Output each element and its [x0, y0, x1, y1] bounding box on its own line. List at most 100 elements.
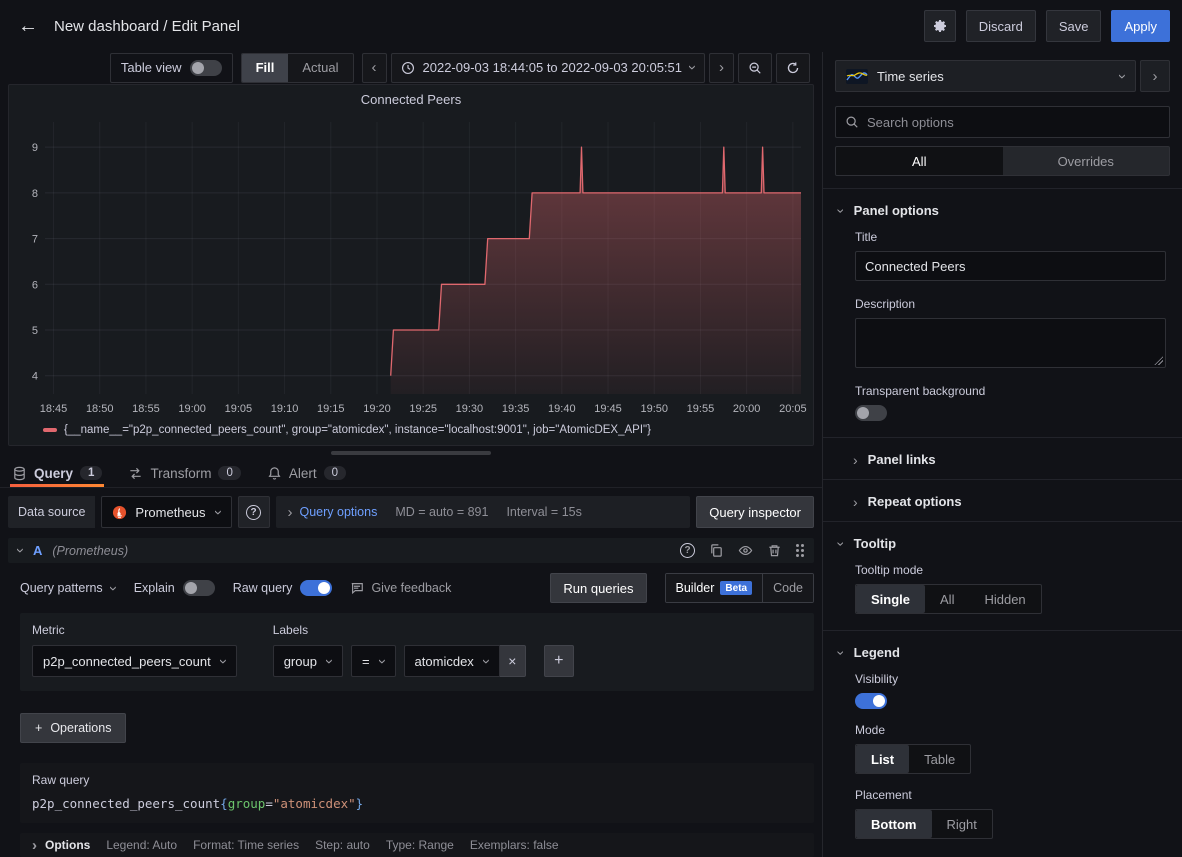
labels-label: Labels — [273, 623, 574, 637]
table-view-label: Table view — [121, 60, 182, 75]
tab-alert[interactable]: Alert 0 — [265, 459, 348, 487]
trash-icon[interactable] — [767, 543, 782, 558]
svg-text:19:20: 19:20 — [363, 403, 391, 415]
collapse-query-icon[interactable]: › — [13, 548, 28, 553]
eye-icon[interactable] — [738, 543, 753, 558]
pane-resize-handle[interactable] — [331, 451, 491, 455]
query-options-bar: › Query options MD = auto = 891 Interval… — [276, 496, 691, 528]
scope-overrides-option[interactable]: Overrides — [1003, 147, 1170, 175]
discard-button[interactable]: Discard — [966, 10, 1036, 42]
apply-button[interactable]: Apply — [1111, 10, 1170, 42]
legend-series-label[interactable]: {__name__="p2p_connected_peers_count", g… — [64, 424, 651, 436]
explain-toggle[interactable] — [183, 580, 215, 596]
chevron-right-icon: › — [32, 838, 37, 853]
legend-mode-table[interactable]: Table — [909, 745, 970, 773]
time-shift-forward-button[interactable]: › — [709, 53, 734, 83]
section-panel-links-header[interactable]: › Panel links — [823, 438, 1182, 479]
options-scroll-area[interactable]: › Panel options Title Description Transp… — [823, 188, 1182, 857]
query-options-toggle[interactable]: › Query options — [288, 505, 378, 520]
chevron-down-icon: › — [1115, 74, 1130, 79]
transparent-bg-toggle[interactable] — [855, 405, 887, 421]
query-help-icon[interactable]: ? — [680, 543, 695, 558]
gear-icon — [932, 18, 948, 34]
raw-query-toggle[interactable] — [300, 580, 332, 596]
tooltip-mode-hidden[interactable]: Hidden — [969, 585, 1040, 613]
refresh-button[interactable] — [776, 53, 810, 83]
datasource-help-button[interactable]: ? — [238, 496, 270, 528]
visualization-picker[interactable]: Time series › — [835, 60, 1136, 92]
builder-code-group: Builder Beta Code — [665, 573, 815, 603]
max-datapoints-stat: MD = auto = 891 — [395, 505, 488, 519]
remove-label-button[interactable]: × — [500, 645, 526, 677]
svg-text:19:50: 19:50 — [640, 403, 668, 415]
format-summary: Format: Time series — [193, 838, 299, 852]
tooltip-mode-single[interactable]: Single — [856, 585, 925, 613]
datasource-picker[interactable]: Prometheus › — [101, 496, 231, 528]
builder-option[interactable]: Builder Beta — [666, 574, 764, 602]
section-panel-options-header[interactable]: › Panel options — [823, 189, 1182, 230]
search-options-input[interactable] — [867, 115, 1160, 130]
section-legend-body: Visibility Mode List Table Placement Bot… — [823, 672, 1182, 857]
label-operator-select[interactable]: = › — [351, 645, 396, 677]
panel-title-input[interactable] — [855, 251, 1166, 281]
tab-transform[interactable]: Transform 0 — [126, 459, 242, 487]
section-repeat-options-header[interactable]: › Repeat options — [823, 480, 1182, 521]
tooltip-mode-group: Single All Hidden — [855, 584, 1042, 614]
back-arrow-icon: ← — [18, 15, 38, 38]
svg-text:7: 7 — [32, 233, 38, 245]
bell-icon — [267, 466, 282, 481]
back-button[interactable]: ← — [12, 10, 44, 42]
code-option[interactable]: Code — [763, 574, 813, 602]
query-count-badge: 1 — [80, 466, 102, 480]
panel-description-textarea[interactable] — [855, 318, 1166, 368]
legend-placement-label: Placement — [855, 788, 1166, 802]
legend-placement-bottom[interactable]: Bottom — [856, 810, 932, 838]
add-operation-button[interactable]: + Operations — [20, 713, 126, 743]
raw-query-code: p2p_connected_peers_count{group="atomicd… — [32, 796, 802, 811]
section-panel-options-body: Title Description Transparent background — [823, 230, 1182, 437]
svg-text:6: 6 — [32, 279, 38, 291]
legend-placement-right[interactable]: Right — [932, 810, 992, 838]
query-row-header[interactable]: › A (Prometheus) ? — [8, 538, 814, 563]
tooltip-mode-all[interactable]: All — [925, 585, 969, 613]
explain-field: Explain — [134, 580, 215, 596]
chevron-down-icon: › — [834, 650, 848, 655]
scope-all-option[interactable]: All — [836, 147, 1003, 175]
metric-select[interactable]: p2p_connected_peers_count › — [32, 645, 237, 677]
section-legend-header[interactable]: › Legend — [823, 631, 1182, 672]
resize-grip-icon[interactable] — [1154, 356, 1163, 365]
legend-mode-list[interactable]: List — [856, 745, 909, 773]
time-shift-back-button[interactable]: ‹ — [362, 53, 387, 83]
chevron-down-icon: › — [685, 65, 700, 70]
zoom-out-button[interactable] — [738, 53, 772, 83]
operations-row: + Operations — [20, 705, 814, 751]
chevron-down-icon: › — [479, 659, 494, 664]
grafana-edit-panel: ← New dashboard / Edit Panel Discard Sav… — [0, 0, 1182, 857]
label-key-select[interactable]: group › — [273, 645, 343, 677]
give-feedback-link[interactable]: Give feedback — [350, 581, 451, 595]
tooltip-mode-label: Tooltip mode — [855, 563, 1166, 577]
fill-option[interactable]: Fill — [242, 54, 289, 82]
options-toggle[interactable]: › Options — [32, 838, 90, 853]
time-range-picker[interactable]: 2022-09-03 18:44:05 to 2022-09-03 20:05:… — [391, 53, 706, 83]
run-queries-button[interactable]: Run queries — [550, 573, 646, 603]
actual-option[interactable]: Actual — [288, 54, 352, 82]
toggle-viz-suggestions-button[interactable]: › — [1140, 60, 1170, 92]
query-inspector-button[interactable]: Query inspector — [696, 496, 814, 528]
table-view-toggle[interactable] — [190, 60, 222, 76]
panel-settings-button[interactable] — [924, 10, 956, 42]
svg-text:18:55: 18:55 — [132, 403, 160, 415]
add-label-button[interactable]: + — [544, 645, 574, 677]
label-value-select[interactable]: atomicdex › — [404, 645, 500, 677]
tab-query[interactable]: Query 1 — [10, 459, 104, 487]
duplicate-icon[interactable] — [709, 543, 724, 558]
query-patterns-dropdown[interactable]: Query patterns › — [20, 581, 116, 596]
section-tooltip-header[interactable]: › Tooltip — [823, 522, 1182, 563]
drag-handle-icon[interactable] — [796, 544, 804, 557]
svg-text:20:05: 20:05 — [779, 403, 807, 415]
save-button[interactable]: Save — [1046, 10, 1102, 42]
legend-series-swatch[interactable] — [43, 428, 57, 432]
chart-plot-area[interactable]: 45678918:4518:5018:5519:0019:0519:1019:1… — [15, 112, 807, 420]
chevron-left-icon: ‹ — [372, 60, 377, 75]
legend-visibility-toggle[interactable] — [855, 693, 887, 709]
